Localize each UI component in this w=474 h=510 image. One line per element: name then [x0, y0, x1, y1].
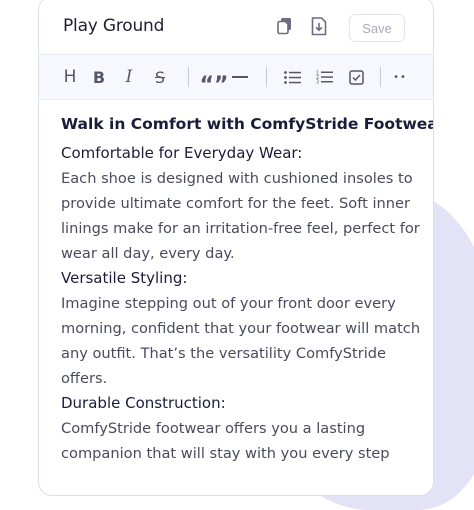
paragraph-line: companion that will stay with you every …	[61, 445, 390, 462]
strikethrough-icon[interactable]: S	[151, 65, 169, 89]
bullet-list-icon[interactable]	[283, 65, 301, 89]
paragraph-line: offers.	[61, 370, 108, 387]
ordered-list-icon[interactable]: 1 2 3	[315, 65, 333, 89]
page-title: Play Ground	[63, 16, 165, 36]
toolbar-divider	[188, 67, 189, 87]
svg-text:3: 3	[316, 80, 319, 85]
paragraph-line: morning, confident that your footwear wi…	[61, 320, 421, 337]
section-heading: Comfortable for Everyday Wear:	[61, 144, 303, 162]
paragraph-line: any outfit. That’s the versatility Comfy…	[61, 345, 387, 362]
bold-icon[interactable]: B	[91, 65, 107, 89]
section-heading: Durable Construction:	[61, 394, 226, 412]
task-list-icon[interactable]	[347, 65, 365, 89]
formatting-toolbar: H B I S “” 1 2 3 ••	[39, 54, 433, 100]
save-button[interactable]: Save	[349, 14, 405, 42]
copy-icon[interactable]	[275, 15, 295, 37]
editor-header: Play Ground Save	[39, 1, 433, 53]
blockquote-icon[interactable]: “”	[200, 65, 229, 98]
section-heading: Versatile Styling:	[61, 269, 188, 287]
paragraph-line: ComfyStride footwear offers you a lastin…	[61, 420, 366, 437]
editor-card: Play Ground Save H B I S “” 1 2 3 •• Wal…	[38, 0, 434, 496]
toolbar-divider	[266, 67, 267, 87]
more-icon[interactable]: ••	[391, 65, 409, 89]
paragraph-line: Each shoe is designed with cushioned ins…	[61, 170, 413, 187]
italic-icon[interactable]: I	[121, 65, 137, 89]
download-icon[interactable]	[309, 15, 329, 37]
toolbar-divider	[380, 67, 381, 87]
heading-icon[interactable]: H	[61, 65, 79, 89]
horizontal-rule-icon[interactable]	[231, 65, 249, 89]
paragraph-line: linings make for an irritation-free feel…	[61, 220, 420, 237]
document-content[interactable]: Walk in Comfort with ComfyStride Footwea…	[61, 115, 434, 466]
paragraph-line: provide ultimate comfort for the feet. S…	[61, 195, 410, 212]
paragraph-line: wear all day, every day.	[61, 245, 235, 262]
paragraph-line: Imagine stepping out of your front door …	[61, 295, 396, 312]
document-title: Walk in Comfort with ComfyStride Footwea…	[61, 115, 434, 133]
